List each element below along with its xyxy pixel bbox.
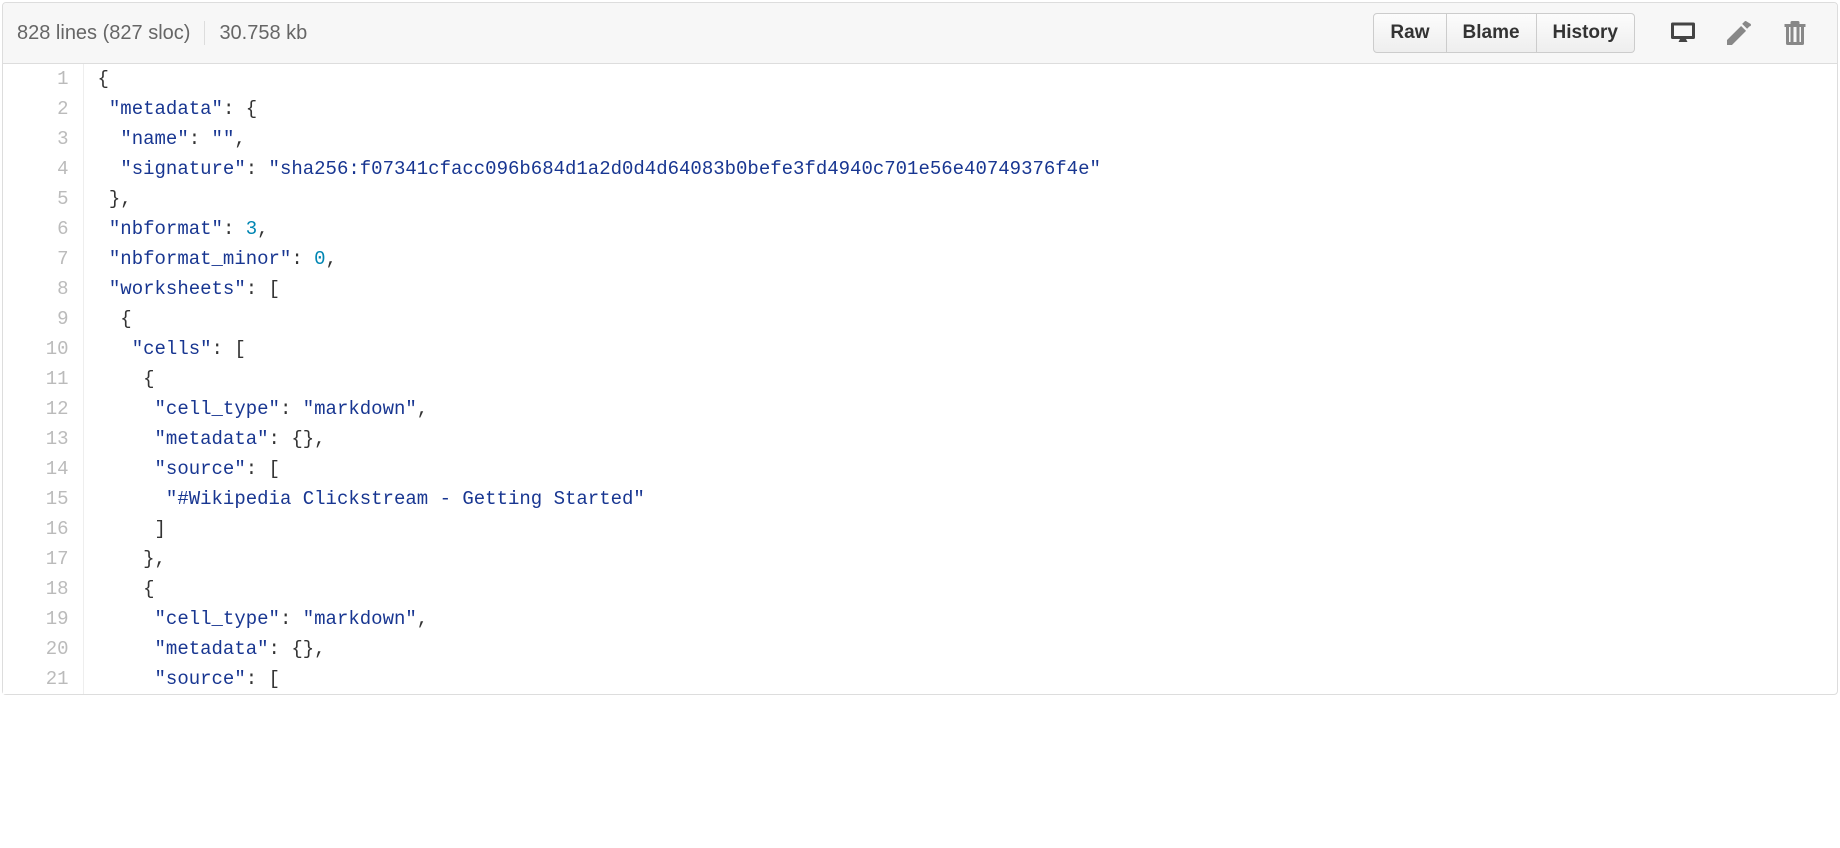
line-number[interactable]: 13 <box>3 424 83 454</box>
line-number[interactable]: 10 <box>3 334 83 364</box>
file-box: 828 lines (827 sloc) 30.758 kb Raw Blame… <box>2 2 1838 695</box>
line-number[interactable]: 21 <box>3 664 83 694</box>
code-line: "source": [ <box>83 454 1837 484</box>
blame-button[interactable]: Blame <box>1447 13 1537 53</box>
code-line: { <box>83 364 1837 394</box>
code-line: "metadata": {}, <box>83 634 1837 664</box>
line-number[interactable]: 6 <box>3 214 83 244</box>
line-number[interactable]: 19 <box>3 604 83 634</box>
code-row: 7 "nbformat_minor": 0, <box>3 244 1837 274</box>
raw-button[interactable]: Raw <box>1373 13 1446 53</box>
code-row: 19 "cell_type": "markdown", <box>3 604 1837 634</box>
code-line: ] <box>83 514 1837 544</box>
code-row: 1{ <box>3 64 1837 94</box>
code-line: "nbformat_minor": 0, <box>83 244 1837 274</box>
edit-pencil-icon[interactable] <box>1719 14 1759 52</box>
code-line: "cells": [ <box>83 334 1837 364</box>
code-row: 13 "metadata": {}, <box>3 424 1837 454</box>
code-row: 18 { <box>3 574 1837 604</box>
line-number[interactable]: 2 <box>3 94 83 124</box>
line-number[interactable]: 12 <box>3 394 83 424</box>
line-number[interactable]: 17 <box>3 544 83 574</box>
code-row: 15 "#Wikipedia Clickstream - Getting Sta… <box>3 484 1837 514</box>
line-number[interactable]: 18 <box>3 574 83 604</box>
desktop-icon[interactable] <box>1663 14 1703 52</box>
line-number[interactable]: 9 <box>3 304 83 334</box>
code-row: 14 "source": [ <box>3 454 1837 484</box>
code-line: }, <box>83 184 1837 214</box>
file-size: 30.758 kb <box>219 22 307 45</box>
line-number[interactable]: 1 <box>3 64 83 94</box>
line-number[interactable]: 3 <box>3 124 83 154</box>
button-group: Raw Blame History <box>1373 13 1635 53</box>
code-line: "signature": "sha256:f07341cfacc096b684d… <box>83 154 1837 184</box>
line-number[interactable]: 20 <box>3 634 83 664</box>
file-info: 828 lines (827 sloc) 30.758 kb <box>17 21 1373 45</box>
code-row: 2 "metadata": { <box>3 94 1837 124</box>
line-number[interactable]: 16 <box>3 514 83 544</box>
code-line: "cell_type": "markdown", <box>83 394 1837 424</box>
divider <box>204 21 205 45</box>
code-line: "name": "", <box>83 124 1837 154</box>
code-table: 1{2 "metadata": {3 "name": "",4 "signatu… <box>3 64 1837 694</box>
code-row: 6 "nbformat": 3, <box>3 214 1837 244</box>
code-row: 21 "source": [ <box>3 664 1837 694</box>
code-row: 5 }, <box>3 184 1837 214</box>
file-actions: Raw Blame History <box>1373 13 1823 53</box>
line-number[interactable]: 7 <box>3 244 83 274</box>
history-button[interactable]: History <box>1537 13 1635 53</box>
code-row: 3 "name": "", <box>3 124 1837 154</box>
line-number[interactable]: 8 <box>3 274 83 304</box>
code-line: "nbformat": 3, <box>83 214 1837 244</box>
delete-trash-icon[interactable] <box>1775 14 1815 52</box>
code-line: }, <box>83 544 1837 574</box>
line-number[interactable]: 11 <box>3 364 83 394</box>
code-line: "source": [ <box>83 664 1837 694</box>
code-line: "metadata": {}, <box>83 424 1837 454</box>
lines-sloc: 828 lines (827 sloc) <box>17 22 190 45</box>
line-number[interactable]: 4 <box>3 154 83 184</box>
code-line: "metadata": { <box>83 94 1837 124</box>
line-number[interactable]: 14 <box>3 454 83 484</box>
code-row: 17 }, <box>3 544 1837 574</box>
code-row: 10 "cells": [ <box>3 334 1837 364</box>
code-line: "#Wikipedia Clickstream - Getting Starte… <box>83 484 1837 514</box>
code-line: { <box>83 574 1837 604</box>
line-number[interactable]: 15 <box>3 484 83 514</box>
code-row: 20 "metadata": {}, <box>3 634 1837 664</box>
code-row: 16 ] <box>3 514 1837 544</box>
code-row: 8 "worksheets": [ <box>3 274 1837 304</box>
code-line: { <box>83 64 1837 94</box>
code-row: 4 "signature": "sha256:f07341cfacc096b68… <box>3 154 1837 184</box>
code-line: "cell_type": "markdown", <box>83 604 1837 634</box>
code-line: { <box>83 304 1837 334</box>
code-row: 11 { <box>3 364 1837 394</box>
code-line: "worksheets": [ <box>83 274 1837 304</box>
code-row: 9 { <box>3 304 1837 334</box>
code-row: 12 "cell_type": "markdown", <box>3 394 1837 424</box>
line-number[interactable]: 5 <box>3 184 83 214</box>
file-header: 828 lines (827 sloc) 30.758 kb Raw Blame… <box>3 3 1837 64</box>
